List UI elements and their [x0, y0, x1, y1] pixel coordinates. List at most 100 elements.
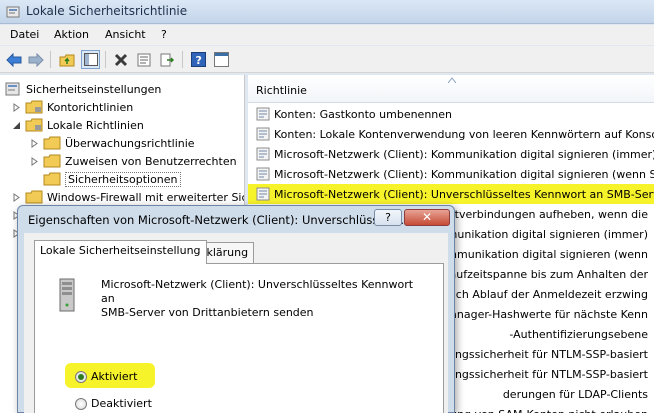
sort-ascending-icon: [448, 77, 456, 83]
policy-item-icon: [256, 127, 270, 141]
option-label: Aktiviert: [91, 370, 138, 383]
policy-item-icon: [256, 107, 270, 121]
tree-item-windows-firewall[interactable]: Windows-Firewall mit erweiterter Sich: [10, 188, 245, 206]
list-item-visible-label: aufzeitspanne bis zum Anhalten der: [449, 267, 648, 281]
list-item-visible-label: ch Ablauf der Anmeldezeit erzwing: [455, 287, 648, 301]
list-item-label: Microsoft-Netzwerk (Client): Kommunikati…: [274, 167, 654, 181]
list-item[interactable]: Microsoft-Netzwerk (Client): Kommunikati…: [248, 164, 654, 184]
up-folder-icon: [59, 54, 74, 66]
policy-item-icon: [256, 147, 270, 161]
properties-dialog: Eigenschaften von Microsoft-Netzwerk (Cl…: [17, 205, 455, 413]
forward-arrow-icon: [28, 52, 44, 67]
toolbar-separator: [50, 51, 51, 68]
tree-item-label: Sicherheitsoptionen: [65, 171, 181, 187]
svg-text:?: ?: [196, 54, 202, 67]
folder-icon: [43, 136, 61, 150]
policy-description: Microsoft-Netzwerk (Client): Unverschlüs…: [101, 278, 421, 320]
policy-description-line: SMB-Server von Drittanbietern senden: [101, 306, 314, 319]
window-title: Lokale Sicherheitsrichtlinie: [26, 4, 188, 18]
policy-item-icon: [256, 167, 270, 181]
chevron-right-icon[interactable]: [28, 155, 40, 167]
list-item-visible-label: ommunikation digital signieren (immer): [429, 227, 648, 241]
up-button[interactable]: [57, 50, 76, 69]
tree-item-label: Überwachungsrichtlinie: [65, 136, 195, 150]
menu-ansicht[interactable]: Ansicht: [105, 28, 146, 41]
dialog-title: Eigenschaften von Microsoft-Netzwerk (Cl…: [28, 213, 405, 227]
list-item-visible-label: ungssicherheit für NTLM-SSP-basiert: [447, 347, 648, 361]
tree-item-benutzerrechte[interactable]: Zuweisen von Benutzerrechten: [28, 152, 237, 170]
dialog-body: Lokale Sicherheitseinstellung Erklärung …: [24, 233, 448, 413]
list-item-visible-label: ungssicherheit für NTLM-SSP-basiert: [447, 367, 648, 381]
option-aktiviert[interactable]: Aktiviert: [75, 370, 137, 383]
export-list-icon: [160, 53, 174, 66]
policy-item-icon: [256, 187, 270, 201]
security-policy-icon: [6, 6, 20, 18]
menu-aktion[interactable]: Aktion: [54, 28, 89, 41]
tree-item-label: Kontorichtlinien: [47, 100, 134, 114]
list-item-label: Konten: Lokale Kontenverwendung von leer…: [274, 127, 654, 141]
help-icon: ?: [191, 52, 206, 67]
tree-root-label: Sicherheitseinstellungen: [26, 82, 162, 96]
list-item[interactable]: Microsoft-Netzwerk (Client): Kommunikati…: [248, 144, 654, 164]
menu-bar: Datei Aktion Ansicht ?: [0, 25, 654, 45]
menu-datei[interactable]: Datei: [10, 28, 39, 41]
help-button[interactable]: ?: [189, 50, 208, 69]
radio-button[interactable]: [75, 397, 87, 410]
chevron-down-icon[interactable]: [10, 119, 22, 131]
folder-icon: [25, 190, 43, 204]
show-hide-tree-icon: [83, 53, 98, 66]
console-icon: [214, 52, 229, 67]
tab-lokale-sicherheitseinstellung[interactable]: Lokale Sicherheitseinstellung: [34, 240, 207, 264]
list-item-label: Microsoft-Netzwerk (Client): Unverschlüs…: [274, 187, 654, 201]
toolbar: ?: [0, 46, 654, 73]
chevron-right-icon[interactable]: [10, 101, 22, 113]
export-list-button[interactable]: [157, 50, 176, 69]
list-item-visible-label: derungen für LDAP-Clients: [502, 387, 648, 401]
show-hide-tree-button[interactable]: [81, 50, 100, 69]
back-arrow-icon: [5, 52, 21, 67]
list-item-visible-label: ommunikation digital signieren (wenn: [439, 247, 648, 261]
properties-button[interactable]: [134, 50, 153, 69]
list-item-visible-label: anager-Hashwerte für nächste Kenn: [450, 307, 648, 321]
column-header-richtlinie[interactable]: Richtlinie: [256, 84, 307, 97]
folder-icon: [43, 154, 61, 168]
console-button[interactable]: [212, 50, 231, 69]
tree-item-lokale-richtlinien[interactable]: Lokale Richtlinien: [10, 116, 144, 134]
title-bar[interactable]: Lokale Sicherheitsrichtlinie: [0, 0, 654, 24]
chevron-right-icon[interactable]: [28, 137, 40, 149]
list-item[interactable]: Konten: Gastkonto umbenennen: [248, 104, 654, 124]
list-item-label: Konten: Gastkonto umbenennen: [274, 107, 453, 121]
chevron-right-icon[interactable]: [10, 191, 22, 203]
delete-icon: [114, 53, 127, 66]
toolbar-separator: [105, 51, 106, 68]
tree-item-sicherheitsoptionen[interactable]: Sicherheitsoptionen: [43, 170, 181, 188]
forward-button[interactable]: [26, 50, 45, 69]
folder-lock-icon: [25, 118, 43, 132]
dialog-close-button[interactable]: ✕: [404, 209, 450, 226]
menu-help[interactable]: ?: [161, 28, 167, 41]
folder-icon: [43, 172, 61, 186]
list-header[interactable]: Richtlinie: [248, 75, 654, 103]
tree-item-kontorichtlinien[interactable]: Kontorichtlinien: [10, 98, 133, 116]
tree-item-label: Zuweisen von Benutzerrechten: [65, 154, 237, 168]
server-icon: [59, 278, 75, 312]
list-item-visible-label: Clientverbindungen aufheben, wenn die: [427, 207, 648, 221]
list-item-label: Microsoft-Netzwerk (Client): Kommunikati…: [274, 147, 654, 161]
dialog-help-button[interactable]: ?: [374, 209, 402, 226]
tree-item-label: Windows-Firewall mit erweiterter Sich: [47, 190, 245, 204]
security-settings-icon: [5, 82, 20, 96]
radio-button[interactable]: [75, 370, 87, 383]
option-label: Deaktiviert: [91, 397, 152, 410]
toolbar-separator: [182, 51, 183, 68]
policy-description-line: Microsoft-Netzwerk (Client): Unverschlüs…: [101, 278, 414, 305]
list-item-visible-label: ung von SAM-Konten nicht erlauben: [450, 408, 648, 413]
back-button[interactable]: [4, 50, 23, 69]
list-item[interactable]: Microsoft-Netzwerk (Client): Unverschlüs…: [248, 184, 654, 204]
tree-item-label: Lokale Richtlinien: [47, 118, 144, 132]
tree-item-ueberwachungsrichtlinie[interactable]: Überwachungsrichtlinie: [28, 134, 195, 152]
tree-root[interactable]: Sicherheitseinstellungen: [4, 80, 161, 98]
delete-button[interactable]: [111, 50, 130, 69]
list-item-visible-label: -Authentifizierungsebene: [509, 327, 648, 341]
option-deaktiviert[interactable]: Deaktiviert: [75, 397, 152, 410]
list-item[interactable]: Konten: Lokale Kontenverwendung von leer…: [248, 124, 654, 144]
